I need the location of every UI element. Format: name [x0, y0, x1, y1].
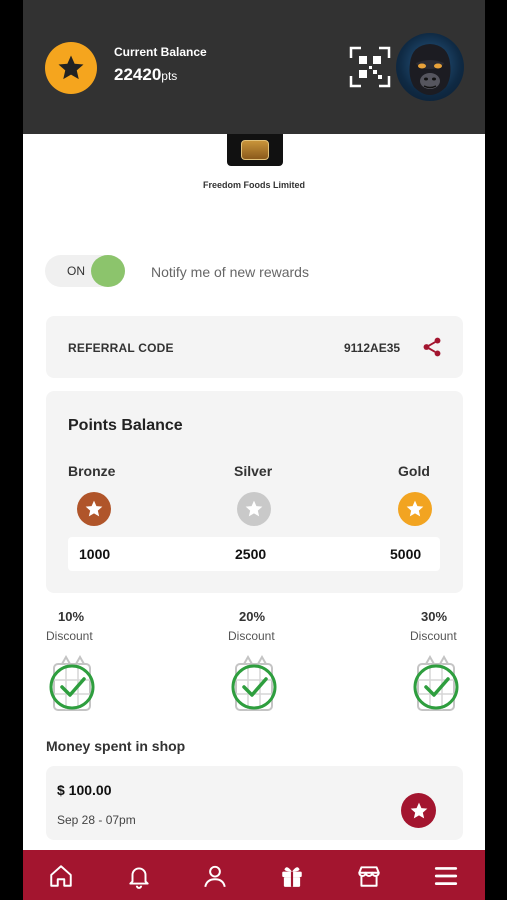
discount-percent-30: 30% [421, 609, 448, 624]
silver-star-icon [237, 492, 271, 526]
share-icon[interactable] [421, 336, 443, 358]
transaction-star-icon [401, 793, 436, 828]
tier-values-bar: 1000 2500 5000 [68, 537, 440, 571]
balance-star-icon [45, 42, 97, 94]
tier-value-gold: 5000 [390, 546, 422, 562]
transaction-date: Sep 28 - 07pm [57, 813, 136, 827]
merchant-name: Freedom Foods Limited [202, 180, 305, 190]
toggle-state-label: ON [67, 264, 85, 278]
referral-card: REFERRAL CODE 9112AE35 [46, 316, 463, 378]
notify-toggle[interactable]: ON [45, 255, 125, 287]
store-icon[interactable] [354, 862, 384, 890]
user-icon[interactable] [200, 862, 230, 890]
discount-label-20: Discount [228, 629, 275, 643]
bell-icon[interactable] [124, 862, 154, 890]
balance-value: 22420pts [114, 65, 177, 85]
tier-name-gold: Gold [398, 463, 430, 479]
balance-label: Current Balance [114, 45, 207, 59]
transaction-card[interactable]: $ 100.00 Sep 28 - 07pm [46, 766, 463, 840]
home-icon[interactable] [46, 862, 76, 890]
notify-label: Notify me of new rewards [151, 264, 309, 280]
referral-code: 9112AE35 [344, 341, 401, 355]
toggle-knob [91, 255, 125, 287]
coupon-check-icon[interactable] [412, 654, 462, 712]
discount-label-30: Discount [410, 629, 457, 643]
discount-percent-20: 20% [239, 609, 266, 624]
app-screen: Current Balance 22420pts Freedom Foods L… [23, 0, 485, 900]
user-avatar[interactable] [396, 33, 464, 101]
tier-value-bronze: 1000 [79, 546, 111, 562]
discount-percent-10: 10% [58, 609, 85, 624]
merchant-logo [227, 134, 283, 166]
points-title: Points Balance [68, 417, 183, 434]
gold-star-icon [398, 492, 432, 526]
referral-label: REFERRAL CODE [68, 341, 174, 355]
gift-icon[interactable] [277, 862, 307, 890]
transaction-amount: $ 100.00 [57, 782, 112, 798]
bronze-star-icon [77, 492, 111, 526]
discount-label-10: Discount [46, 629, 93, 643]
qr-code-icon[interactable] [349, 46, 391, 88]
tier-value-silver: 2500 [235, 546, 267, 562]
coupon-check-icon[interactable] [48, 654, 98, 712]
tier-name-bronze: Bronze [68, 463, 116, 479]
menu-icon[interactable] [431, 862, 461, 890]
points-balance-card: Points Balance Bronze Silver Gold 1000 2… [46, 391, 463, 593]
coupon-check-icon[interactable] [230, 654, 280, 712]
bottom-nav [23, 850, 485, 900]
balance-number: 22420 [114, 65, 162, 84]
money-spent-title: Money spent in shop [46, 738, 186, 754]
balance-unit: pts [161, 69, 178, 83]
app-header: Current Balance 22420pts [23, 0, 485, 134]
tier-name-silver: Silver [234, 463, 273, 479]
